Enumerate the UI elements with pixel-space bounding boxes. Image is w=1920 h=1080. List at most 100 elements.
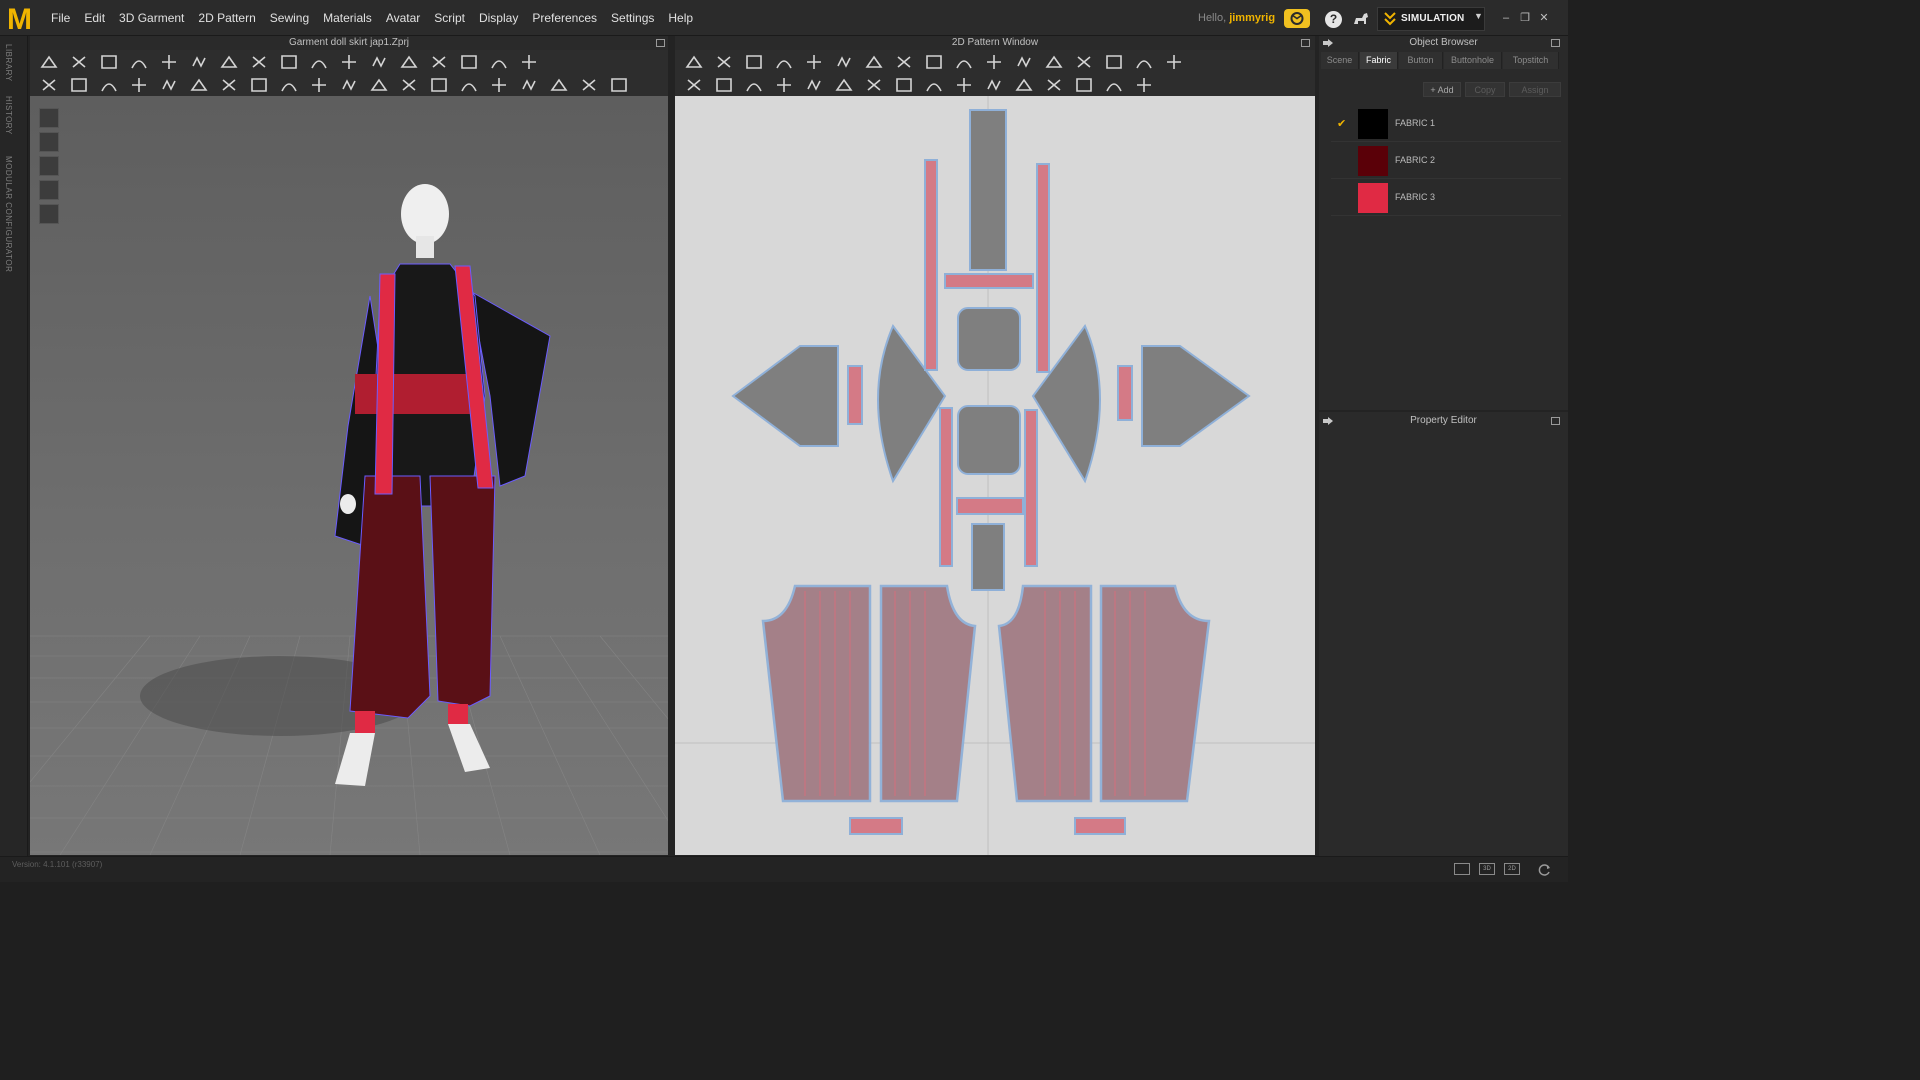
menu-3d-garment[interactable]: 3D Garment: [112, 0, 191, 36]
assign-fabric-button[interactable]: Assign: [1509, 82, 1561, 97]
minimize-icon[interactable]: –: [1498, 10, 1514, 26]
view2d-tool-icon[interactable]: [683, 52, 705, 72]
fabric-row[interactable]: FABRIC 2: [1331, 143, 1561, 179]
view3d-popout-icon[interactable]: [656, 39, 665, 47]
menu-settings[interactable]: Settings: [604, 0, 661, 36]
view3d-tool-icon[interactable]: [458, 52, 480, 72]
help-icon[interactable]: ?: [1325, 11, 1342, 28]
view3d-tool-icon[interactable]: [338, 75, 360, 95]
view3d-tool-icon[interactable]: [68, 75, 90, 95]
view3d-tool-icon[interactable]: [458, 75, 480, 95]
view3d-tool-icon[interactable]: [38, 52, 60, 72]
modular-configurator-tab[interactable]: MODULAR CONFIGURATOR: [4, 156, 13, 272]
property-editor-popout-icon[interactable]: [1551, 417, 1560, 425]
avatar-icon[interactable]: [39, 132, 59, 152]
view2d-tool-icon[interactable]: [713, 75, 735, 95]
add-fabric-button[interactable]: + Add: [1423, 82, 1461, 97]
view2d-tool-icon[interactable]: [893, 52, 915, 72]
object-browser-popout-icon[interactable]: [1551, 39, 1560, 47]
restore-icon[interactable]: ❐: [1517, 10, 1533, 26]
view3d-tool-icon[interactable]: [428, 52, 450, 72]
texture-icon[interactable]: [39, 180, 59, 200]
view3d-tool-icon[interactable]: [128, 75, 150, 95]
view2d-tool-icon[interactable]: [983, 52, 1005, 72]
avatar-community-icon[interactable]: [1352, 10, 1370, 28]
view3d-tool-icon[interactable]: [98, 75, 120, 95]
library-tab[interactable]: LIBRARY: [4, 44, 13, 82]
view2d-tool-icon[interactable]: [1013, 75, 1035, 95]
view3d-tool-icon[interactable]: [338, 52, 360, 72]
view2d-tool-icon[interactable]: [713, 52, 735, 72]
view2d-tool-icon[interactable]: [1013, 52, 1035, 72]
view2d-tool-icon[interactable]: [923, 75, 945, 95]
view3d-tool-icon[interactable]: [428, 75, 450, 95]
pants-pattern-pieces[interactable]: [761, 584, 1211, 803]
tab-buttonhole[interactable]: Buttonhole: [1444, 52, 1502, 69]
view2d-tool-icon[interactable]: [1103, 52, 1125, 72]
tab-scene[interactable]: Scene: [1321, 52, 1359, 69]
view2d-tool-icon[interactable]: [1133, 75, 1155, 95]
tab-button[interactable]: Button: [1399, 52, 1443, 69]
app-logo-icon[interactable]: M: [6, 4, 34, 32]
chevron-down-icon[interactable]: ▼: [1474, 11, 1483, 21]
view2d-tool-icon[interactable]: [1103, 75, 1125, 95]
menu-materials[interactable]: Materials: [316, 0, 379, 36]
menu-script[interactable]: Script: [427, 0, 472, 36]
copy-fabric-button[interactable]: Copy: [1465, 82, 1505, 97]
view3d-tool-icon[interactable]: [488, 52, 510, 72]
view3d-tool-icon[interactable]: [308, 75, 330, 95]
view2d-tool-icon[interactable]: [923, 52, 945, 72]
view3d-tool-icon[interactable]: [68, 52, 90, 72]
view3d-tool-icon[interactable]: [308, 52, 330, 72]
view3d-tool-icon[interactable]: [548, 75, 570, 95]
view2d-tool-icon[interactable]: [833, 75, 855, 95]
view3d-tool-icon[interactable]: [368, 75, 390, 95]
view3d-tool-icon[interactable]: [368, 52, 390, 72]
view2d-tool-icon[interactable]: [1133, 52, 1155, 72]
view2d-tool-icon[interactable]: [803, 52, 825, 72]
view3d-tool-icon[interactable]: [278, 52, 300, 72]
view2d-tool-icon[interactable]: [833, 52, 855, 72]
view3d-tool-icon[interactable]: [158, 75, 180, 95]
view3d-tool-icon[interactable]: [188, 52, 210, 72]
view3d-tool-icon[interactable]: [248, 52, 270, 72]
view3d-tool-icon[interactable]: [518, 75, 540, 95]
view-3d-button[interactable]: 3D: [1479, 863, 1495, 875]
menu-edit[interactable]: Edit: [77, 0, 112, 36]
view2d-tool-icon[interactable]: [1073, 75, 1095, 95]
view3d-tool-icon[interactable]: [158, 52, 180, 72]
menu-display[interactable]: Display: [472, 0, 525, 36]
view2d-tool-icon[interactable]: [953, 52, 975, 72]
view3d-tool-icon[interactable]: [398, 75, 420, 95]
view2d-tool-icon[interactable]: [1073, 52, 1095, 72]
view2d-popout-icon[interactable]: [1301, 39, 1310, 47]
fabric-row[interactable]: ✔ FABRIC 1: [1331, 106, 1561, 142]
refresh-icon[interactable]: [1538, 863, 1552, 877]
menu-preferences[interactable]: Preferences: [525, 0, 604, 36]
menu-file[interactable]: File: [44, 0, 77, 36]
view3d-tool-icon[interactable]: [218, 75, 240, 95]
fabric-view-icon[interactable]: [39, 156, 59, 176]
view2d-tool-icon[interactable]: [863, 75, 885, 95]
view3d-tool-icon[interactable]: [98, 52, 120, 72]
pattern-pieces-gray[interactable]: [731, 109, 1251, 591]
view2d-tool-icon[interactable]: [983, 75, 1005, 95]
menu-help[interactable]: Help: [661, 0, 700, 36]
skin-icon[interactable]: [39, 204, 59, 224]
view3d-tool-icon[interactable]: [398, 52, 420, 72]
view2d-tool-icon[interactable]: [1043, 75, 1065, 95]
view2d-tool-icon[interactable]: [803, 75, 825, 95]
view2d-tool-icon[interactable]: [863, 52, 885, 72]
sync-button[interactable]: [1284, 9, 1310, 28]
view3d-tool-icon[interactable]: [248, 75, 270, 95]
view2d-tool-icon[interactable]: [1043, 52, 1065, 72]
view3d-tool-icon[interactable]: [188, 75, 210, 95]
view3d-tool-icon[interactable]: [578, 75, 600, 95]
view2d-tool-icon[interactable]: [743, 52, 765, 72]
close-icon[interactable]: ✕: [1536, 10, 1552, 26]
history-tab[interactable]: HISTORY: [4, 96, 13, 135]
view2d-tool-icon[interactable]: [773, 75, 795, 95]
view2d-tool-icon[interactable]: [683, 75, 705, 95]
view2d-tool-icon[interactable]: [743, 75, 765, 95]
split-view-icon[interactable]: [1454, 863, 1470, 875]
